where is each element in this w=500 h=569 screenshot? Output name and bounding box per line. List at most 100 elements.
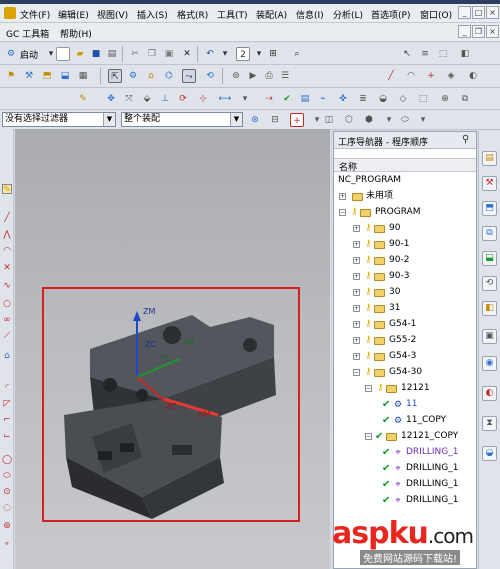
face-select-icon[interactable]: ⬢ (362, 113, 376, 127)
machine-tab-icon[interactable]: ⚒ (482, 176, 497, 191)
undo-icon[interactable]: ↶ (203, 47, 217, 61)
expand-icon[interactable]: + (353, 225, 360, 232)
menu-insert[interactable]: 插入(S) (137, 8, 168, 21)
snap-icon[interactable]: ⊛ (248, 113, 262, 127)
repeat-command-icon[interactable]: 2 (236, 47, 250, 61)
curve-select-icon[interactable]: ⬭ (398, 113, 412, 127)
extend-icon[interactable]: ⌙ (2, 431, 12, 441)
chain-icon[interactable]: ∞ (2, 315, 12, 325)
check-icon[interactable]: ✔ (280, 92, 294, 106)
collapse-icon[interactable]: − (365, 433, 372, 440)
expand-icon[interactable]: + (353, 273, 360, 280)
feature-select-icon[interactable]: ⬡ (342, 113, 356, 127)
menu-info[interactable]: 信息(I) (296, 8, 324, 21)
customize-icon[interactable]: ⬚ (436, 47, 450, 61)
tree-row-program-item[interactable]: + ⚷ G54-3 (352, 349, 472, 364)
new-file-icon[interactable] (56, 47, 70, 61)
create-geometry-icon[interactable]: ⬒ (40, 69, 54, 83)
path-list-icon[interactable]: ≣ (356, 92, 370, 106)
shop-doc-icon[interactable]: ☰ (278, 69, 292, 83)
generate-path-icon[interactable]: ⤳ (182, 69, 196, 83)
machine-tool-view-icon[interactable]: ⚙ (126, 69, 140, 83)
rotate-icon[interactable]: ⟳ (176, 92, 190, 106)
fit-view-icon[interactable]: ⬚ (416, 92, 430, 106)
tree-row-program-item[interactable]: + ⚷ G54-1 (352, 317, 472, 332)
dropdown-icon[interactable]: ▾ (416, 113, 430, 127)
circle-center-icon[interactable]: ⊙ (2, 487, 12, 497)
reuse-library-tab-icon[interactable]: ⬓ (482, 251, 497, 266)
tree-row-operation[interactable]: ✔ ⚙ 11 (382, 397, 474, 412)
expand-icon[interactable]: + (353, 337, 360, 344)
palette-tab-icon[interactable]: ◒ (482, 446, 497, 461)
sketch-icon[interactable]: ✎ (2, 184, 12, 195)
tree-row-program-item[interactable]: + ⚷ 90-3 (352, 269, 472, 284)
display-tool-icon[interactable]: ⌁ (316, 92, 330, 106)
open-folder-icon[interactable]: ▰ (73, 47, 87, 61)
web-browser-tab-icon[interactable]: ◉ (482, 356, 497, 371)
ellipse-icon[interactable]: ⬭ (2, 471, 12, 481)
delete-icon[interactable]: ✕ (180, 47, 194, 61)
measure-icon[interactable]: ⟷ (218, 92, 232, 106)
tree-row-program-item[interactable]: + ⚷ G55-2 (352, 333, 472, 348)
menu-assembly[interactable]: 装配(A) (256, 8, 287, 21)
menu-gc-toolbox[interactable]: GC 工具箱 (6, 27, 49, 40)
create-tool-icon[interactable]: ⚒ (22, 69, 36, 83)
menu-format[interactable]: 格式(R) (177, 8, 208, 21)
cross-line-icon[interactable]: ✕ (2, 263, 12, 273)
polyline-icon[interactable]: ⋀ (2, 230, 12, 240)
orient-icon[interactable]: ⊹ (196, 92, 210, 106)
deselect-icon[interactable]: + (290, 113, 304, 127)
history-tab-icon[interactable]: ⟲ (482, 276, 497, 291)
templates-tab-icon[interactable]: ◧ (482, 301, 497, 316)
zoom-icon[interactable]: ⊕ (438, 92, 452, 106)
find-command-icon[interactable]: ⌕ (290, 47, 304, 61)
feed-rate-icon[interactable]: ⇢ (262, 92, 276, 106)
navigator-tab-icon[interactable]: ▤ (482, 151, 497, 166)
dropdown-icon[interactable]: ▾ (382, 113, 396, 127)
dim-circle-icon[interactable]: ◯ (2, 455, 12, 465)
roles-tab-icon[interactable]: ◐ (482, 386, 497, 401)
assembly-tab-icon[interactable]: ⧉ (482, 226, 497, 241)
expand-icon[interactable]: + (353, 353, 360, 360)
paste-icon[interactable]: ▣ (162, 47, 176, 61)
verify-path-icon[interactable]: ⊚ (229, 69, 243, 83)
chamfer-icon[interactable]: ◸ (2, 399, 12, 409)
geometry-view-icon[interactable]: ⌂ (144, 69, 158, 83)
move-icon[interactable]: ✥ (104, 92, 118, 106)
tree-row-operation[interactable]: ✔ ⌖ DRILLING_1 (382, 493, 474, 508)
pointer-icon[interactable]: ↖ (400, 47, 414, 61)
circle-tangent-icon[interactable]: ⊚ (2, 521, 12, 531)
postprocess-icon[interactable]: ⎙ (262, 69, 276, 83)
circle-icon[interactable]: ○ (2, 299, 12, 309)
circle-3pt-icon[interactable]: ◌ (2, 503, 12, 513)
create-program-icon[interactable]: ⚑ (4, 69, 18, 83)
save-icon[interactable]: ■ (89, 47, 103, 61)
extrude-icon[interactable]: ◈ (444, 69, 458, 83)
selection-filter-select[interactable]: 没有选择过滤器 ▼ (2, 112, 116, 127)
pin-icon[interactable]: ⚲ (462, 134, 469, 145)
wireframe-view-icon[interactable]: ◇ (396, 92, 410, 106)
filter-options-icon[interactable]: ◫ (322, 113, 336, 127)
transform-tool-icon[interactable]: ✜ (336, 92, 350, 106)
tree-row-operation[interactable]: ✔ ⌖ DRILLING_1 (382, 461, 474, 476)
column-header-name[interactable]: 名称 (334, 158, 476, 173)
expand-icon[interactable]: + (353, 241, 360, 248)
tool-list-icon[interactable]: ▤ (298, 92, 312, 106)
tree-row-program-item[interactable]: + ⚷ 30 (352, 285, 472, 300)
create-method-icon[interactable]: ⬓ (58, 69, 72, 83)
trim-icon[interactable]: ⌐ (2, 415, 12, 425)
tree-row-unused[interactable]: + 未用项 (338, 189, 468, 204)
collapse-icon[interactable]: − (365, 385, 372, 392)
line-icon[interactable]: ╱ (2, 213, 12, 223)
tree-row-program[interactable]: − ⚷ PROGRAM (338, 205, 468, 220)
doc-minimize-button[interactable]: _ (458, 25, 471, 38)
expand-icon[interactable]: + (353, 289, 360, 296)
expand-icon[interactable]: + (353, 305, 360, 312)
doc-close-button[interactable]: × (486, 25, 499, 38)
tree-row-operation[interactable]: ✔ ⚙ 11_COPY (382, 413, 474, 428)
tree-row-operation[interactable]: ✔ ⌖ DRILLING_1 (382, 477, 474, 492)
revolve-icon[interactable]: ◐ (466, 69, 480, 83)
tree-row-program-item[interactable]: + ⚷ 90 (352, 221, 472, 236)
tree-row-program-item[interactable]: − ⚷ G54-30 (352, 365, 472, 380)
collapse-icon[interactable]: − (353, 369, 360, 376)
